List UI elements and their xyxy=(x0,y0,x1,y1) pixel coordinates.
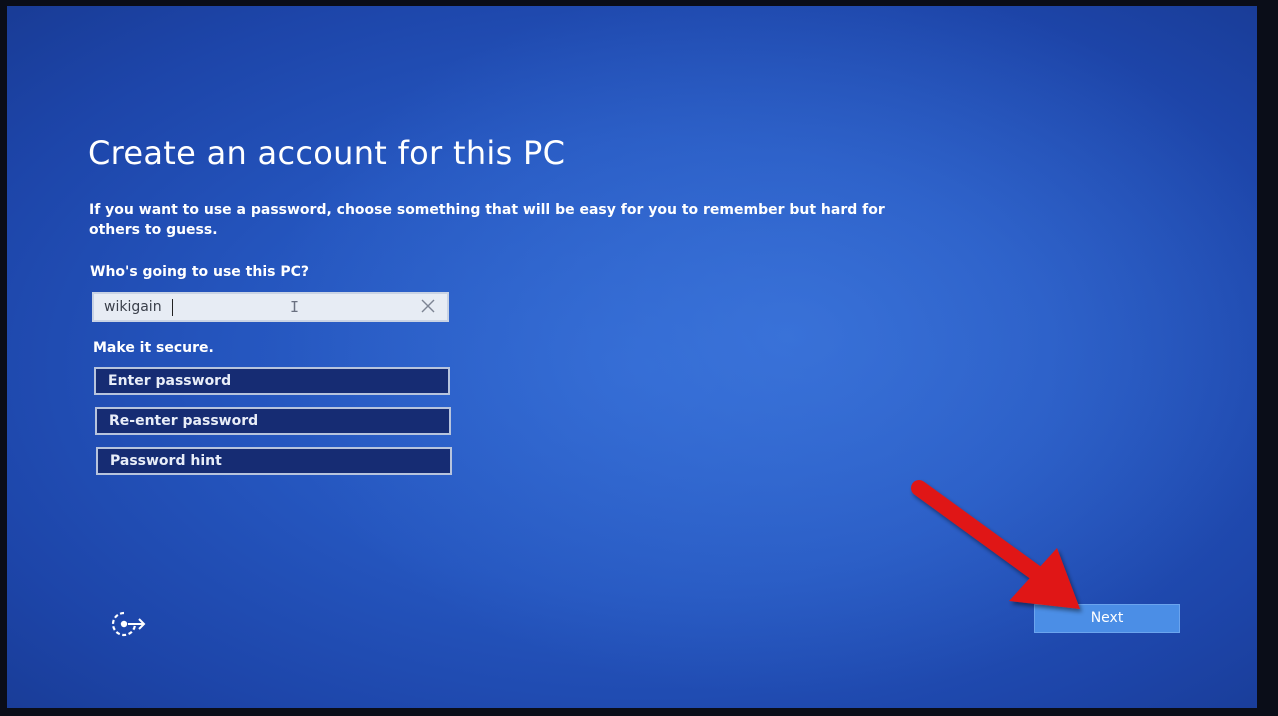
enter-password-placeholder: Enter password xyxy=(108,373,232,389)
reenter-password-placeholder: Re-enter password xyxy=(109,413,259,429)
password-instructions: If you want to use a password, choose so… xyxy=(89,202,885,238)
username-field[interactable]: I xyxy=(92,292,449,322)
ease-of-access-icon[interactable] xyxy=(108,609,150,639)
password-hint-placeholder: Password hint xyxy=(110,453,222,469)
setup-screen: Create an account for this PC If you wan… xyxy=(7,6,1257,708)
who-label: Who's going to use this PC? xyxy=(90,264,309,280)
red-arrow-icon xyxy=(911,480,1080,609)
ibeam-cursor-icon: I xyxy=(290,298,300,316)
make-secure-label: Make it secure. xyxy=(93,340,214,356)
username-input[interactable] xyxy=(104,294,404,320)
enter-password-field[interactable]: Enter password xyxy=(94,367,450,395)
page-title: Create an account for this PC xyxy=(88,134,566,172)
text-caret xyxy=(172,299,173,316)
next-button[interactable]: Next xyxy=(1034,604,1180,633)
clear-icon[interactable] xyxy=(419,297,437,315)
password-hint-field[interactable]: Password hint xyxy=(96,447,452,475)
reenter-password-field[interactable]: Re-enter password xyxy=(95,407,451,435)
